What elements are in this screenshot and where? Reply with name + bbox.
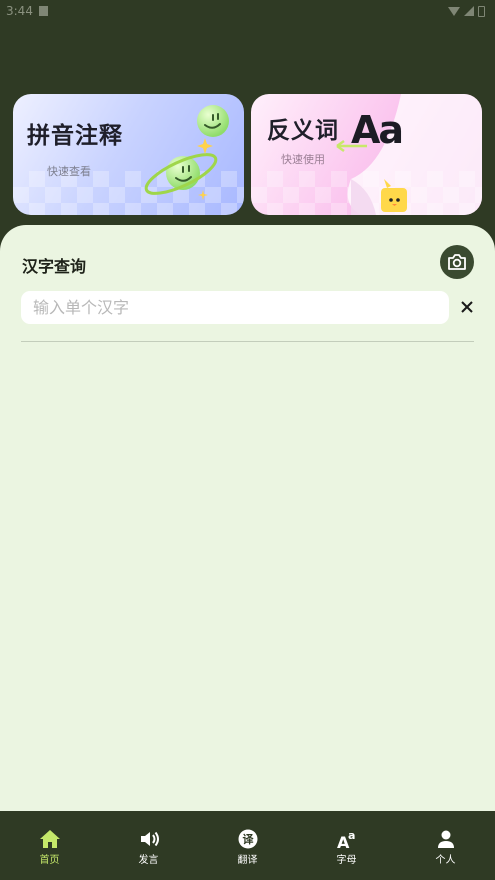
pinyin-card-title: 拼音注释	[27, 123, 123, 149]
notification-icon	[38, 6, 48, 16]
speaker-icon	[140, 831, 159, 847]
letters-icon: A a	[337, 829, 355, 849]
battery-icon	[478, 5, 485, 17]
nav-home-label: 首页	[39, 855, 60, 866]
nav-speak-label: 发言	[138, 855, 159, 866]
nav-speak[interactable]: 发言	[119, 829, 179, 866]
pinyin-card-subtitle: 快速查看	[47, 165, 91, 178]
home-icon	[39, 830, 60, 848]
divider	[21, 341, 474, 342]
nav-profile[interactable]: 个人	[416, 829, 476, 866]
antonym-card[interactable]: 反义词 快速使用 Aa	[251, 94, 482, 215]
bottom-nav: 首页 发言 译 翻译 A a 字母 个人	[0, 811, 495, 880]
pinyin-card[interactable]: 拼音注释 快速查看	[13, 94, 244, 215]
antonym-card-subtitle: 快速使用	[281, 153, 325, 166]
hanzi-input[interactable]	[21, 291, 449, 324]
nav-translate[interactable]: 译 翻译	[218, 829, 278, 866]
person-icon	[437, 830, 454, 848]
nav-letters[interactable]: A a 字母	[317, 829, 377, 866]
lookup-sheet: 汉字查询	[0, 225, 495, 811]
section-title: 汉字查询	[22, 257, 87, 276]
mascot-icon	[381, 179, 407, 212]
smiley-planet-icon	[144, 105, 229, 200]
wifi-icon	[448, 6, 460, 16]
camera-icon	[448, 254, 466, 270]
nav-letters-label: 字母	[336, 855, 357, 866]
feature-cards: 拼音注释 快速查看 反义词 快速使用 Aa	[13, 94, 483, 215]
close-icon[interactable]	[460, 300, 474, 314]
status-bar: 3:44	[0, 0, 495, 22]
nav-home[interactable]: 首页	[20, 829, 80, 866]
status-time: 3:44	[6, 4, 33, 18]
translate-icon: 译	[238, 829, 257, 849]
nav-translate-label: 翻译	[237, 855, 258, 866]
nav-profile-label: 个人	[435, 855, 456, 866]
antonym-card-title: 反义词	[267, 118, 339, 144]
svg-text:a: a	[348, 829, 355, 842]
camera-button[interactable]	[440, 245, 474, 279]
signal-icon	[464, 6, 474, 16]
arrow-icon	[336, 139, 367, 153]
svg-text:译: 译	[242, 833, 254, 846]
